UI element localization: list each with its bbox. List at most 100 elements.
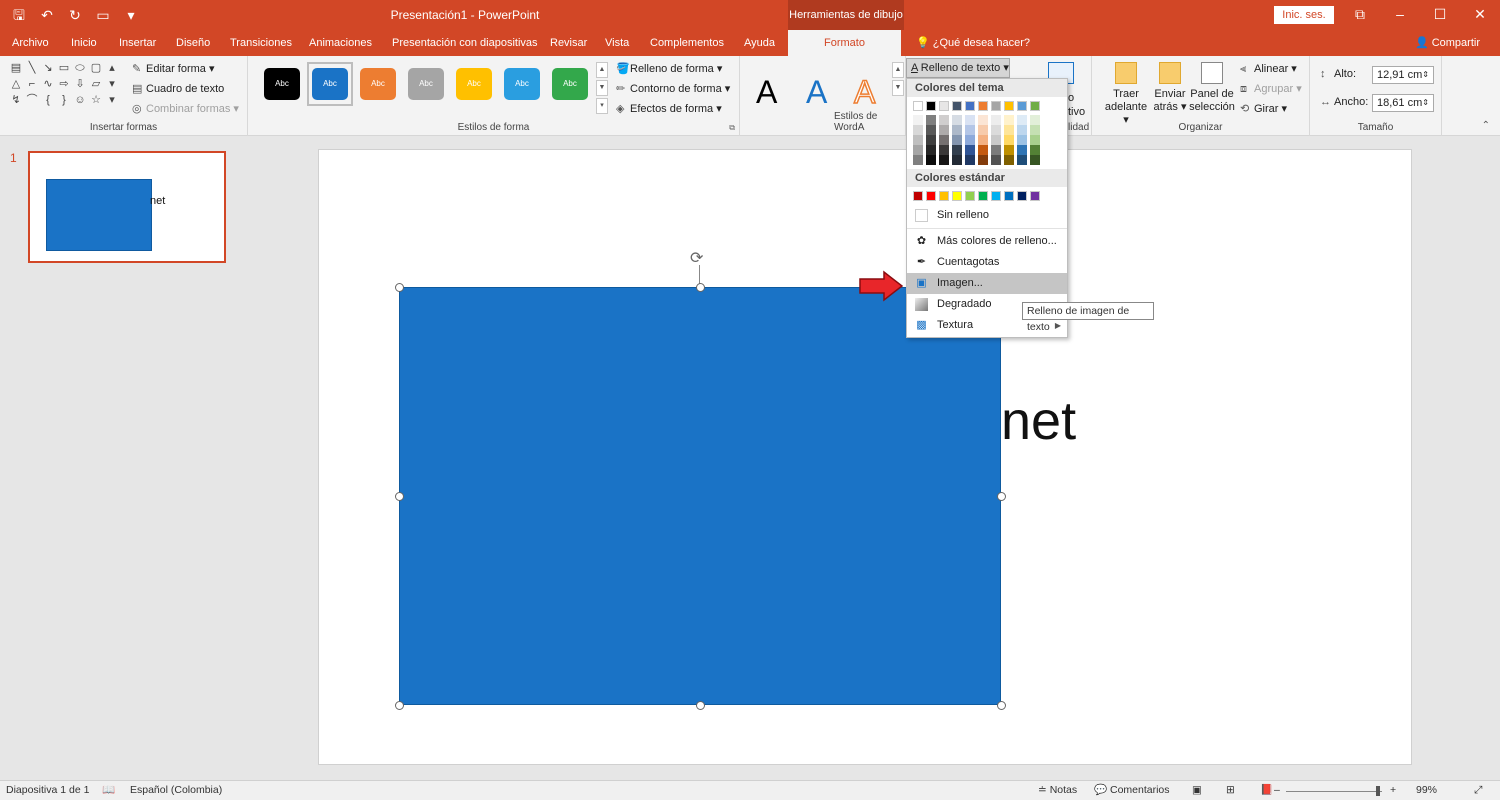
color-swatch[interactable] (991, 115, 1001, 125)
wordart-blue[interactable]: A (806, 74, 827, 111)
color-swatch[interactable] (952, 191, 962, 201)
wordart-orange-outline[interactable]: A (853, 73, 876, 111)
blue-rectangle-shape[interactable] (399, 287, 1001, 705)
line-shape-icon[interactable]: ╲ (26, 62, 38, 74)
zoom-slider-track[interactable] (1286, 791, 1382, 792)
resize-handle-sw[interactable] (395, 701, 404, 710)
color-swatch[interactable] (965, 155, 975, 165)
tell-me-box[interactable]: 💡 ¿Qué desea hacer? (916, 36, 1030, 49)
color-swatch[interactable] (926, 125, 936, 135)
color-swatch[interactable] (952, 135, 962, 145)
no-fill-item[interactable]: Sin relleno (907, 205, 1067, 226)
rectangle-shape-icon[interactable]: ▭ (58, 62, 70, 74)
color-swatch[interactable] (926, 155, 936, 165)
smile-shape-icon[interactable]: ☺ (74, 94, 86, 106)
maximize-icon[interactable]: ☐ (1420, 4, 1460, 26)
wordart-scroll-down[interactable]: ▼ (892, 80, 904, 96)
color-swatch[interactable] (1004, 191, 1014, 201)
color-swatch[interactable] (965, 191, 975, 201)
color-swatch[interactable] (926, 101, 936, 111)
resize-handle-e[interactable] (997, 492, 1006, 501)
color-swatch[interactable] (1030, 145, 1040, 155)
shape-style-swatch[interactable]: Abc (504, 68, 540, 100)
styles-scroll-up[interactable]: ▲ (596, 62, 608, 78)
normal-view-icon[interactable]: ▣ (1192, 781, 1202, 800)
eyedropper-item[interactable]: ✒ Cuentagotas (907, 252, 1067, 273)
right-arrow-shape-icon[interactable]: ⇨ (58, 78, 70, 90)
slide-thumbnail[interactable]: net (28, 151, 226, 263)
height-input[interactable]: 12,91 cm ⇕ (1372, 66, 1434, 84)
color-swatch[interactable] (978, 155, 988, 165)
bracket-shape-icon[interactable]: ▱ (90, 78, 102, 90)
rounded-rect-shape-icon[interactable]: ▢ (90, 62, 102, 74)
color-swatch[interactable] (939, 125, 949, 135)
color-swatch[interactable] (939, 135, 949, 145)
oval-shape-icon[interactable]: ⬭ (74, 62, 86, 74)
merge-shapes-button[interactable]: ◎ Combinar formas ▾ (132, 102, 239, 115)
color-swatch[interactable] (1004, 135, 1014, 145)
resize-handle-nw[interactable] (395, 283, 404, 292)
color-swatch[interactable] (913, 115, 923, 125)
color-swatch[interactable] (1004, 125, 1014, 135)
color-swatch[interactable] (1030, 115, 1040, 125)
elbow-connector-icon[interactable]: ⌐ (26, 78, 38, 90)
color-swatch[interactable] (991, 125, 1001, 135)
fit-slide-icon[interactable]: ⤢ (1474, 781, 1482, 800)
color-swatch[interactable] (1004, 145, 1014, 155)
color-swatch[interactable] (1030, 101, 1040, 111)
brace-left-icon[interactable]: { (42, 94, 54, 106)
shape-outline-button[interactable]: ✏ Contorno de forma ▾ (616, 82, 730, 95)
color-swatch[interactable] (965, 135, 975, 145)
text-box-button[interactable]: ▤ Cuadro de texto (132, 82, 224, 95)
color-swatch[interactable] (952, 155, 962, 165)
dialog-launcher-icon[interactable]: ⧉ (729, 123, 735, 133)
wordart-gallery[interactable]: A A A (740, 64, 892, 116)
resize-handle-w[interactable] (395, 492, 404, 501)
zoom-out-icon[interactable]: – (1274, 781, 1280, 800)
color-swatch[interactable] (1004, 101, 1014, 111)
scroll-up-icon[interactable]: ▴ (106, 62, 118, 74)
language-status[interactable]: Español (Colombia) (130, 781, 222, 800)
reading-view-icon[interactable]: 📕 (1260, 781, 1273, 800)
tab-complementos[interactable]: Complementos (650, 37, 724, 49)
color-swatch[interactable] (991, 101, 1001, 111)
color-swatch[interactable] (913, 155, 923, 165)
color-swatch[interactable] (913, 191, 923, 201)
brace-right-icon[interactable]: } (58, 94, 70, 106)
color-swatch[interactable] (939, 145, 949, 155)
tab-transiciones[interactable]: Transiciones (230, 37, 292, 49)
freeform-shape-icon[interactable]: ↯ (10, 94, 22, 106)
edit-shape-button[interactable]: ✎ Editar forma ▾ (132, 62, 215, 75)
color-swatch[interactable] (939, 191, 949, 201)
tab-archivo[interactable]: Archivo (12, 37, 49, 49)
color-swatch[interactable] (965, 125, 975, 135)
collapse-ribbon-icon[interactable]: ⌃ (1482, 120, 1490, 131)
align-button[interactable]: ⫷ Alinear ▾ (1240, 62, 1297, 76)
color-swatch[interactable] (1017, 155, 1027, 165)
tab-presentacion[interactable]: Presentación con diapositivas (392, 37, 538, 49)
spellcheck-icon[interactable]: 📖 (102, 781, 115, 800)
slide-canvas[interactable]: net ⟳ (318, 149, 1412, 765)
shape-style-swatch[interactable]: Abc (312, 68, 348, 100)
shape-fill-button[interactable]: 🪣Relleno de forma ▾ (616, 62, 722, 75)
color-swatch[interactable] (991, 145, 1001, 155)
color-swatch[interactable] (991, 135, 1001, 145)
slide-sorter-icon[interactable]: ⊞ (1226, 781, 1235, 800)
color-swatch[interactable] (1017, 115, 1027, 125)
color-swatch[interactable] (965, 115, 975, 125)
color-swatch[interactable] (913, 101, 923, 111)
color-swatch[interactable] (1004, 155, 1014, 165)
curve-shape-icon[interactable]: ∿ (42, 78, 54, 90)
arc-shape-icon[interactable]: ⌒ (26, 94, 38, 106)
color-swatch[interactable] (978, 115, 988, 125)
color-swatch[interactable] (991, 191, 1001, 201)
color-swatch[interactable] (926, 191, 936, 201)
styles-more[interactable]: ▾ (596, 98, 608, 114)
tab-animaciones[interactable]: Animaciones (309, 37, 372, 49)
color-swatch[interactable] (978, 125, 988, 135)
color-swatch[interactable] (1030, 191, 1040, 201)
zoom-in-icon[interactable]: + (1390, 781, 1396, 800)
wordart-black[interactable]: A (756, 74, 777, 111)
color-swatch[interactable] (913, 125, 923, 135)
shape-effects-button[interactable]: ◈ Efectos de forma ▾ (616, 102, 722, 115)
